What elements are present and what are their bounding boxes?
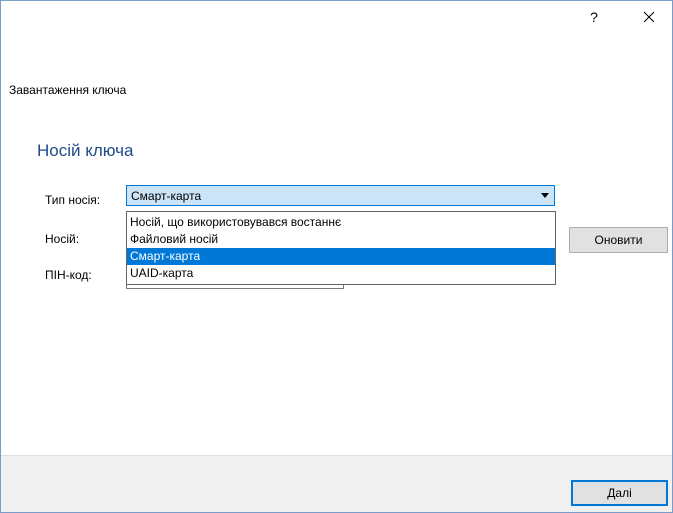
chevron-down-icon bbox=[541, 193, 549, 198]
refresh-button-label: Оновити bbox=[594, 233, 643, 247]
next-button[interactable]: Далі bbox=[571, 480, 668, 506]
refresh-button[interactable]: Оновити bbox=[569, 227, 668, 253]
pin-label: ПІН-код: bbox=[45, 268, 92, 282]
title-bar: ? bbox=[1, 1, 672, 33]
help-icon: ? bbox=[590, 9, 598, 25]
dropdown-option-uaid-card[interactable]: UAID-карта bbox=[127, 265, 555, 282]
media-label: Носій: bbox=[45, 232, 80, 246]
key-load-dialog: ? Завантаження ключа Носій ключа Тип нос… bbox=[0, 0, 673, 513]
media-type-dropdown-list: Носій, що використовувався востаннє Файл… bbox=[126, 211, 556, 285]
close-icon bbox=[643, 11, 655, 23]
media-type-label: Тип носія: bbox=[45, 193, 101, 207]
next-button-label: Далі bbox=[607, 486, 632, 500]
close-button[interactable] bbox=[626, 1, 672, 33]
help-button[interactable]: ? bbox=[571, 1, 617, 33]
dialog-header: Завантаження ключа bbox=[9, 83, 127, 97]
media-type-selected-value: Смарт-карта bbox=[131, 188, 202, 203]
dropdown-option-smart-card[interactable]: Смарт-карта bbox=[127, 248, 555, 265]
dropdown-option-last-used[interactable]: Носій, що використовувався востаннє bbox=[127, 214, 555, 231]
section-title: Носій ключа bbox=[37, 141, 134, 160]
dialog-footer: Далі bbox=[1, 455, 672, 512]
media-type-select[interactable]: Смарт-карта bbox=[126, 185, 555, 206]
dropdown-option-file-media[interactable]: Файловий носій bbox=[127, 231, 555, 248]
